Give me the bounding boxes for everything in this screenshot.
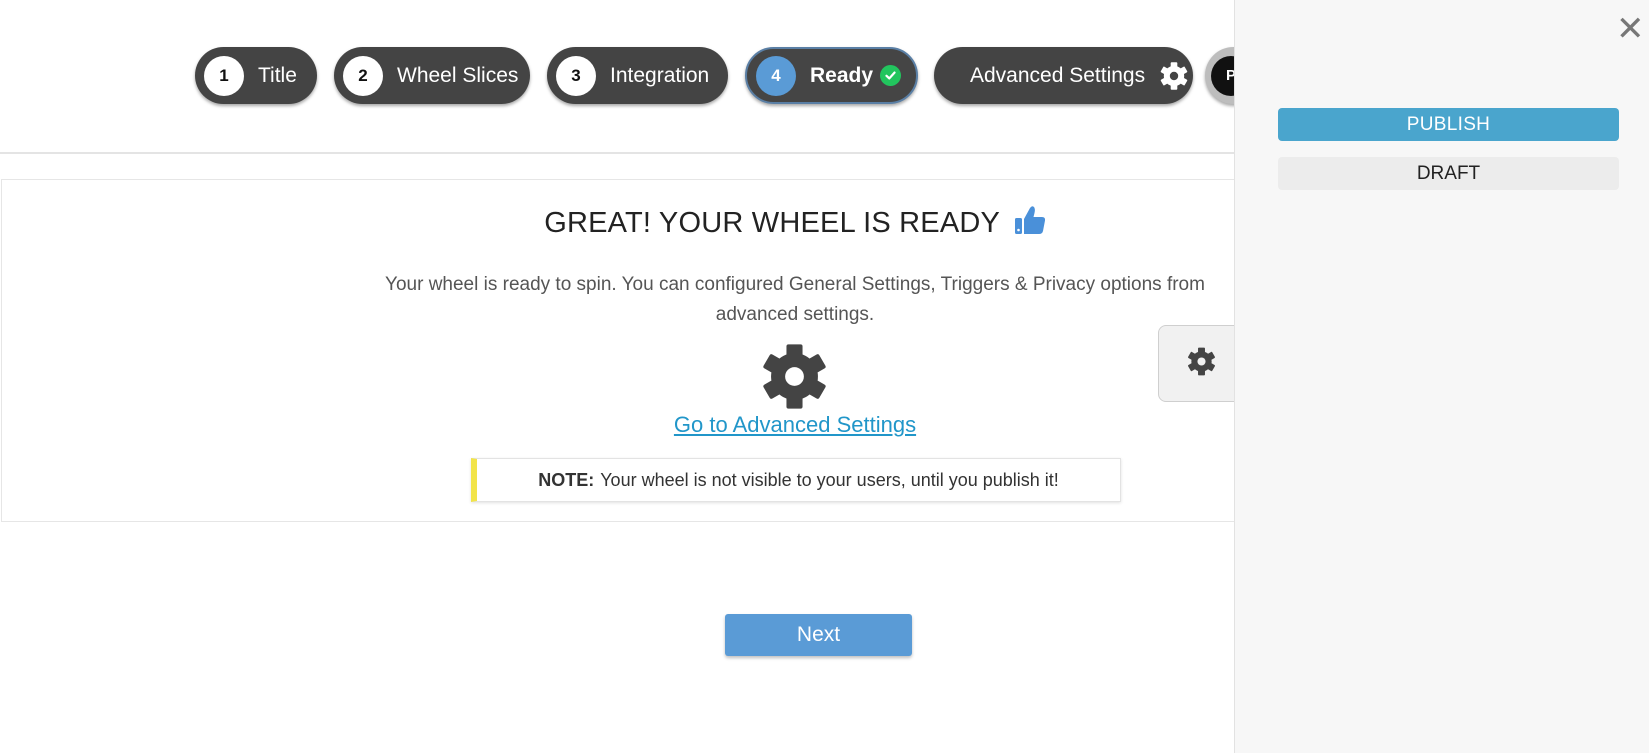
- step-number: 1: [204, 55, 244, 96]
- step-label: Wheel Slices: [397, 63, 519, 87]
- card-description: Your wheel is ready to spin. You can con…: [385, 274, 1205, 325]
- step-label: Integration: [610, 63, 710, 87]
- publish-button[interactable]: PUBLISH: [1278, 108, 1619, 141]
- step-label: Title: [258, 63, 297, 87]
- step-ready[interactable]: 4 Ready: [745, 47, 918, 104]
- gear-icon: [1159, 61, 1189, 91]
- note-label: NOTE:: [538, 469, 595, 490]
- step-wheel-slices[interactable]: 2 Wheel Slices: [334, 47, 530, 104]
- next-button[interactable]: Next: [725, 614, 912, 656]
- check-circle-icon: [880, 65, 902, 86]
- thumbs-up-icon: [1014, 205, 1046, 243]
- publish-note: NOTE: Your wheel is not visible to your …: [471, 458, 1121, 502]
- header-divider: [0, 152, 1235, 154]
- step-label: Advanced Settings: [970, 63, 1146, 87]
- step-number: 4: [756, 55, 796, 96]
- step-label: Ready: [810, 63, 874, 87]
- advanced-settings-link-text[interactable]: Go to Advanced Settings: [674, 412, 916, 437]
- step-advanced-settings[interactable]: Advanced Settings: [934, 47, 1193, 104]
- close-icon[interactable]: ✕: [1616, 12, 1645, 46]
- draft-button[interactable]: DRAFT: [1278, 157, 1619, 190]
- card-title-text: GREAT! YOUR WHEEL IS READY: [544, 207, 1000, 239]
- step-integration[interactable]: 3 Integration: [547, 47, 728, 104]
- gear-icon: [1187, 347, 1216, 381]
- gear-icon: [761, 343, 828, 415]
- note-text: Your wheel is not visible to your users,…: [600, 469, 1059, 490]
- step-title[interactable]: 1 Title: [195, 47, 317, 104]
- step-number: 2: [343, 55, 383, 96]
- step-number: 3: [556, 55, 596, 96]
